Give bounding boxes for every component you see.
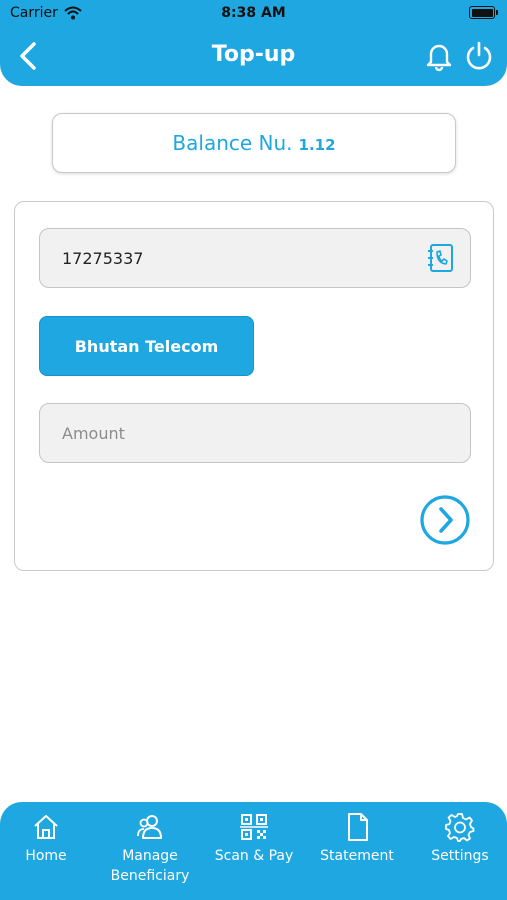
tab-manage-label-line2: Beneficiary: [110, 868, 190, 884]
qr-code-icon: [240, 814, 268, 840]
tab-settings[interactable]: Settings: [408, 812, 507, 866]
tab-home-label: Home: [25, 848, 67, 864]
tab-home[interactable]: Home: [0, 812, 98, 866]
tab-settings-label: Settings: [431, 848, 489, 864]
tab-scan-pay[interactable]: Scan & Pay: [202, 812, 306, 866]
power-icon[interactable]: [463, 40, 495, 72]
battery-icon: [469, 6, 498, 19]
amount-placeholder: Amount: [62, 424, 125, 443]
tab-manage-label-line1: Manage: [122, 848, 178, 864]
topup-form-card: 17275337 Bhutan Telecom Amount: [14, 201, 494, 571]
document-icon: [348, 813, 368, 841]
tab-statement[interactable]: Statement: [305, 812, 409, 866]
status-bar: Carrier 8:38 AM: [0, 0, 507, 26]
clock: 8:38 AM: [221, 5, 286, 21]
top-app-bar: Top-up: [0, 26, 507, 86]
next-arrow-button[interactable]: [419, 494, 471, 546]
operator-button[interactable]: Bhutan Telecom: [39, 316, 254, 376]
tab-manage-beneficiary[interactable]: Manage Beneficiary: [98, 812, 202, 886]
balance-value: 1.12: [298, 135, 336, 154]
tab-scan-label: Scan & Pay: [214, 848, 294, 864]
balance-label: Balance Nu.: [172, 131, 293, 155]
contact-book-icon[interactable]: [426, 243, 456, 273]
beneficiary-icon: [137, 815, 162, 839]
phone-number-field[interactable]: 17275337: [39, 228, 471, 288]
bottom-tab-bar: Home Manage Beneficiary Scan & Pay State…: [0, 802, 507, 900]
tab-statement-label: Statement: [320, 848, 394, 864]
bell-icon[interactable]: [423, 40, 455, 72]
home-icon: [34, 815, 58, 839]
balance-display: Balance Nu. 1.12: [52, 113, 456, 173]
amount-field[interactable]: Amount: [39, 403, 471, 463]
phone-number-value: 17275337: [62, 249, 144, 268]
gear-icon: [445, 813, 475, 842]
